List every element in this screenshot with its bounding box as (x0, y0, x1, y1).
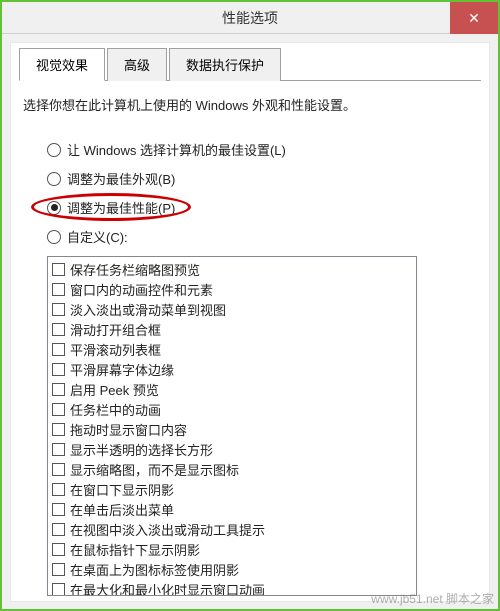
check-row-11[interactable]: 在窗口下显示阴影 (52, 479, 412, 499)
radio-label: 调整为最佳性能(P) (67, 198, 175, 217)
check-row-14[interactable]: 在鼠标指针下显示阴影 (52, 539, 412, 559)
client-area: 视觉效果高级数据执行保护 选择你想在此计算机上使用的 Windows 外观和性能… (10, 42, 490, 602)
checkbox[interactable] (52, 403, 65, 416)
checkbox[interactable] (52, 483, 65, 496)
radio-row-3[interactable]: 自定义(C): (47, 227, 481, 246)
checkbox[interactable] (52, 343, 65, 356)
checkbox[interactable] (52, 503, 65, 516)
check-row-9[interactable]: 显示半透明的选择长方形 (52, 439, 412, 459)
check-row-10[interactable]: 显示缩略图，而不是显示图标 (52, 459, 412, 479)
check-row-7[interactable]: 任务栏中的动画 (52, 399, 412, 419)
checkbox[interactable] (52, 283, 65, 296)
radio-row-0[interactable]: 让 Windows 选择计算机的最佳设置(L) (47, 140, 481, 159)
check-label: 淡入淡出或滑动菜单到视图 (70, 300, 226, 319)
checkbox[interactable] (52, 443, 65, 456)
performance-options-window: 性能选项 ✕ 视觉效果高级数据执行保护 选择你想在此计算机上使用的 Window… (0, 0, 500, 611)
check-label: 拖动时显示窗口内容 (70, 420, 187, 439)
radio-label: 自定义(C): (67, 227, 128, 246)
effects-checklist[interactable]: 保存任务栏缩略图预览窗口内的动画控件和元素淡入淡出或滑动菜单到视图滑动打开组合框… (47, 256, 417, 596)
check-row-13[interactable]: 在视图中淡入淡出或滑动工具提示 (52, 519, 412, 539)
check-label: 启用 Peek 预览 (70, 380, 159, 399)
radio-input[interactable] (47, 201, 61, 215)
check-label: 平滑屏幕字体边缘 (70, 360, 174, 379)
check-label: 在视图中淡入淡出或滑动工具提示 (70, 520, 265, 539)
radio-group: 让 Windows 选择计算机的最佳设置(L) 调整为最佳外观(B) 调整为最佳性能… (19, 140, 481, 246)
check-row-1[interactable]: 窗口内的动画控件和元素 (52, 279, 412, 299)
check-row-2[interactable]: 淡入淡出或滑动菜单到视图 (52, 299, 412, 319)
check-row-0[interactable]: 保存任务栏缩略图预览 (52, 259, 412, 279)
check-label: 显示半透明的选择长方形 (70, 440, 213, 459)
check-row-12[interactable]: 在单击后淡出菜单 (52, 499, 412, 519)
window-title: 性能选项 (222, 8, 278, 28)
radio-label: 让 Windows 选择计算机的最佳设置(L) (67, 140, 286, 159)
check-row-8[interactable]: 拖动时显示窗口内容 (52, 419, 412, 439)
close-button[interactable]: ✕ (450, 2, 498, 34)
check-label: 在鼠标指针下显示阴影 (70, 540, 200, 559)
check-label: 在单击后淡出菜单 (70, 500, 174, 519)
checkbox[interactable] (52, 543, 65, 556)
checkbox[interactable] (52, 323, 65, 336)
tab-2[interactable]: 数据执行保护 (169, 48, 281, 81)
titlebar: 性能选项 ✕ (2, 2, 498, 34)
radio-input[interactable] (47, 172, 61, 186)
checkbox[interactable] (52, 463, 65, 476)
close-icon: ✕ (468, 10, 480, 27)
check-row-6[interactable]: 启用 Peek 预览 (52, 379, 412, 399)
radio-label: 调整为最佳外观(B) (67, 169, 175, 188)
checkbox[interactable] (52, 423, 65, 436)
radio-input[interactable] (47, 230, 61, 244)
check-label: 保存任务栏缩略图预览 (70, 260, 200, 279)
radio-input[interactable] (47, 143, 61, 157)
checkbox[interactable] (52, 523, 65, 536)
check-label: 显示缩略图，而不是显示图标 (70, 460, 239, 479)
checkbox[interactable] (52, 303, 65, 316)
radio-row-2[interactable]: 调整为最佳性能(P) (47, 198, 481, 217)
check-label: 滑动打开组合框 (70, 320, 161, 339)
check-label: 在窗口下显示阴影 (70, 480, 174, 499)
checkbox[interactable] (52, 583, 65, 596)
check-label: 在最大化和最小化时显示窗口动画 (70, 580, 265, 597)
checkbox[interactable] (52, 363, 65, 376)
checkbox[interactable] (52, 563, 65, 576)
intro-text: 选择你想在此计算机上使用的 Windows 外观和性能设置。 (19, 95, 481, 114)
check-row-3[interactable]: 滑动打开组合框 (52, 319, 412, 339)
check-row-15[interactable]: 在桌面上为图标标签使用阴影 (52, 559, 412, 579)
check-row-5[interactable]: 平滑屏幕字体边缘 (52, 359, 412, 379)
check-label: 任务栏中的动画 (70, 400, 161, 419)
tab-strip: 视觉效果高级数据执行保护 (19, 47, 481, 81)
checkbox[interactable] (52, 383, 65, 396)
checkbox[interactable] (52, 263, 65, 276)
tab-1[interactable]: 高级 (107, 48, 167, 81)
check-label: 在桌面上为图标标签使用阴影 (70, 560, 239, 579)
check-label: 平滑滚动列表框 (70, 340, 161, 359)
check-row-4[interactable]: 平滑滚动列表框 (52, 339, 412, 359)
radio-row-1[interactable]: 调整为最佳外观(B) (47, 169, 481, 188)
check-row-16[interactable]: 在最大化和最小化时显示窗口动画 (52, 579, 412, 596)
tab-0[interactable]: 视觉效果 (19, 48, 105, 81)
check-label: 窗口内的动画控件和元素 (70, 280, 213, 299)
